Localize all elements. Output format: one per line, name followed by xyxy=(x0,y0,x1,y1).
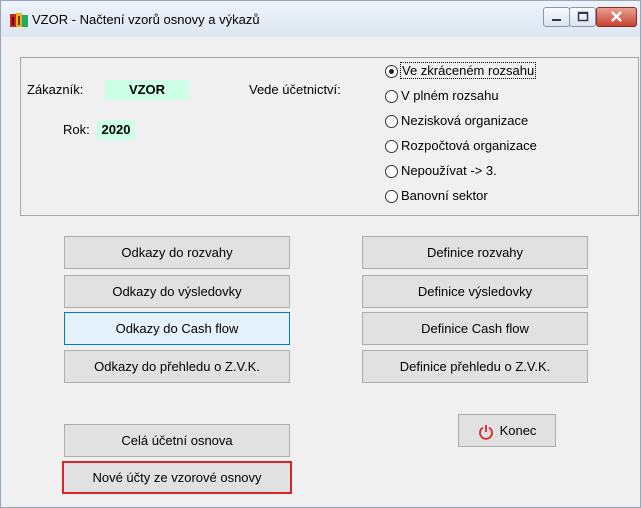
radio-label: Nepoužívat -> 3. xyxy=(401,163,497,178)
radio-label: V plném rozsahu xyxy=(401,88,499,103)
window-title: VZOR - Načtení vzorů osnovy a výkazů xyxy=(32,12,260,27)
dialog-client-area: Zákazník: VZOR Rok: 2020 Vede účetnictví… xyxy=(10,37,639,503)
accounting-label: Vede účetnictví: xyxy=(249,82,341,97)
customer-value: VZOR xyxy=(105,80,189,100)
konec-label: Konec xyxy=(499,423,537,438)
title-bar[interactable]: VZOR - Načtení vzorů osnovy a výkazů xyxy=(1,1,640,37)
radio-unselected-icon xyxy=(385,190,398,203)
radio-unselected-icon xyxy=(385,165,398,178)
odkazy-vysledovky-button[interactable]: Odkazy do výsledovky xyxy=(64,275,290,308)
definice-prehledu-zvk-button[interactable]: Definice přehledu o Z.V.K. xyxy=(362,350,588,383)
radio-label: Nezisková organizace xyxy=(401,113,529,128)
konec-button[interactable]: Konec xyxy=(458,414,556,447)
radio-unselected-icon xyxy=(385,115,398,128)
minimize-icon xyxy=(552,19,561,21)
radio-label: Rozpočtová organizace xyxy=(401,138,537,153)
maximize-button[interactable] xyxy=(569,7,596,27)
cela-ucetni-osnova-button[interactable]: Celá účetní osnova xyxy=(64,424,290,457)
nove-ucty-button[interactable]: Nové účty ze vzorové osnovy xyxy=(62,461,292,494)
minimize-button[interactable] xyxy=(543,7,570,27)
odkazy-prehledu-zvk-button[interactable]: Odkazy do přehledu o Z.V.K. xyxy=(64,350,290,383)
radio-label: Banovní sektor xyxy=(401,188,488,203)
odkazy-rozvahy-button[interactable]: Odkazy do rozvahy xyxy=(64,236,290,269)
radio-unselected-icon xyxy=(385,90,398,103)
power-icon xyxy=(478,424,493,440)
year-value: 2020 xyxy=(97,120,135,140)
radio-selected-icon xyxy=(385,65,398,78)
close-icon xyxy=(611,11,622,22)
settings-panel: Zákazník: VZOR Rok: 2020 Vede účetnictví… xyxy=(20,57,639,216)
radio-unselected-icon xyxy=(385,140,398,153)
definice-rozvahy-button[interactable]: Definice rozvahy xyxy=(362,236,588,269)
maximize-icon xyxy=(577,11,589,22)
year-label: Rok: xyxy=(63,122,90,137)
main-window: VZOR - Načtení vzorů osnovy a výkazů Zák… xyxy=(0,0,641,508)
odkazy-cash-flow-button[interactable]: Odkazy do Cash flow xyxy=(64,312,290,345)
close-button[interactable] xyxy=(596,7,637,27)
definice-vysledovky-button[interactable]: Definice výsledovky xyxy=(362,275,588,308)
radio-label: Ve zkráceném rozsahu xyxy=(399,62,537,79)
app-icon xyxy=(10,13,28,27)
definice-cash-flow-button[interactable]: Definice Cash flow xyxy=(362,312,588,345)
customer-label: Zákazník: xyxy=(27,82,84,97)
